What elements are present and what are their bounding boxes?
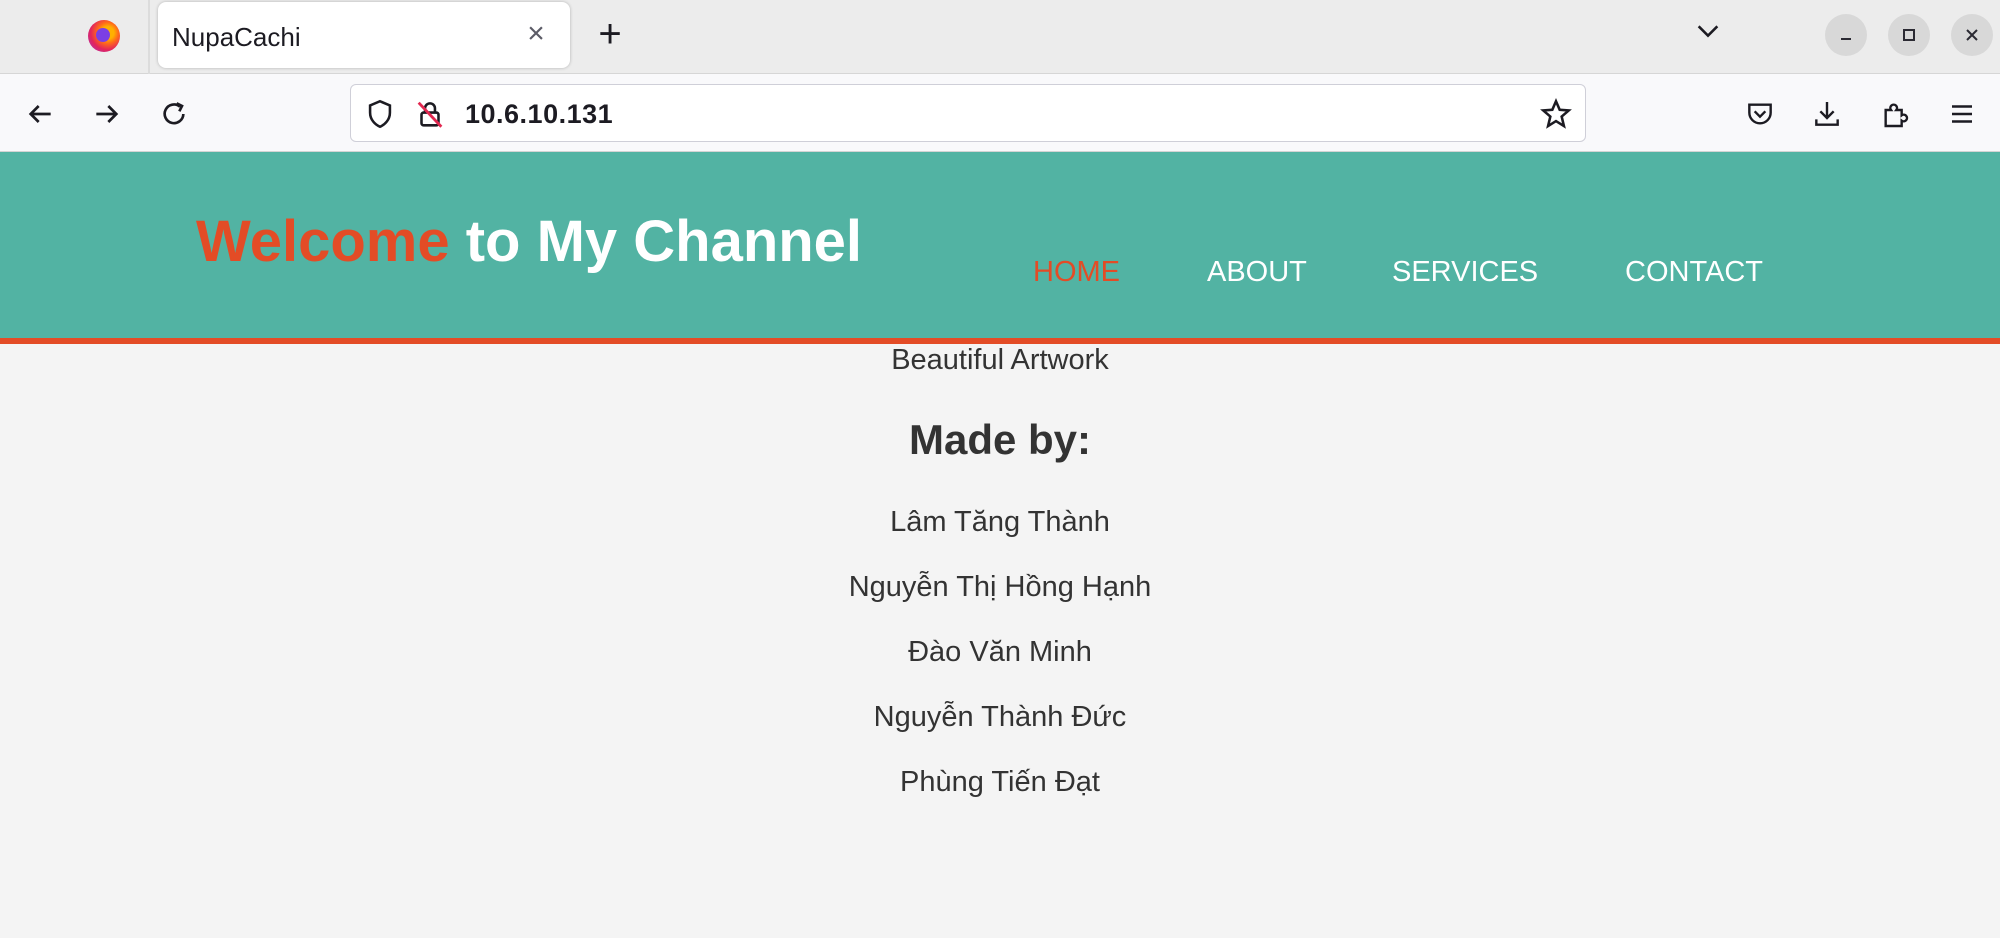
member-name: Nguyễn Thành Đức (873, 701, 1127, 733)
nav-home-link[interactable]: HOME (1033, 256, 1120, 289)
menu-icon (1952, 105, 1972, 123)
member-name: Đào Văn Minh (908, 636, 1092, 668)
app-menu-button[interactable] (1940, 92, 1984, 136)
forward-arrow-icon (96, 105, 119, 123)
address-bar[interactable]: 10.6.10.131 (350, 84, 1586, 142)
browser-tab-active[interactable]: NupaCachi × (158, 2, 570, 68)
window-close-button[interactable] (1951, 14, 1993, 56)
member-name: Phùng Tiến Đạt (900, 766, 1100, 798)
reload-button[interactable] (152, 92, 196, 136)
browser-toolbar: 10.6.10.131 (0, 74, 2000, 152)
extensions-button[interactable] (1873, 92, 1917, 136)
tab-close-icon[interactable]: × (520, 16, 552, 52)
site-title-rest: to My Channel (449, 209, 863, 274)
downloads-button[interactable] (1805, 92, 1849, 136)
insecure-lock-icon[interactable] (413, 97, 447, 131)
member-name: Nguyễn Thị Hồng Hạnh (848, 571, 1152, 603)
pocket-button[interactable] (1738, 92, 1782, 136)
artwork-caption: Beautiful Artwork (891, 344, 1109, 376)
firefox-logo-icon[interactable] (88, 20, 120, 52)
extensions-icon (1884, 103, 1909, 128)
nav-about-link[interactable]: ABOUT (1207, 256, 1307, 289)
made-by-heading: Made by: (908, 416, 1092, 463)
maximize-icon (1903, 29, 1915, 41)
pocket-icon (1748, 103, 1772, 125)
minimize-icon (1841, 38, 1851, 40)
browser-tab-bar: NupaCachi × + (0, 0, 2000, 74)
chevron-down-icon (1697, 25, 1719, 38)
site-title-accent: Welcome (196, 209, 450, 274)
star-icon[interactable] (1539, 97, 1573, 131)
new-tab-button[interactable]: + (590, 14, 630, 54)
site-title: Welcome to My Channel (196, 208, 862, 275)
forward-button[interactable] (85, 92, 129, 136)
minimize-button[interactable] (1825, 14, 1867, 56)
maximize-button[interactable] (1888, 14, 1930, 56)
reload-icon (163, 102, 185, 125)
nav-contact-link[interactable]: CONTACT (1625, 256, 1763, 289)
back-button[interactable] (18, 92, 62, 136)
tab-separator (148, 0, 150, 74)
url-text[interactable]: 10.6.10.131 (465, 99, 613, 130)
nav-services-link[interactable]: SERVICES (1392, 256, 1538, 289)
back-arrow-icon (28, 105, 51, 123)
member-name: Lâm Tăng Thành (890, 506, 1110, 538)
tab-list-button[interactable] (1688, 16, 1728, 56)
tab-title: NupaCachi (172, 22, 301, 52)
window-close-icon (1966, 29, 1978, 41)
shield-icon[interactable] (363, 97, 397, 131)
site-header: Welcome to My Channel HOME ABOUT SERVICE… (0, 152, 2000, 344)
download-icon (1815, 102, 1839, 126)
